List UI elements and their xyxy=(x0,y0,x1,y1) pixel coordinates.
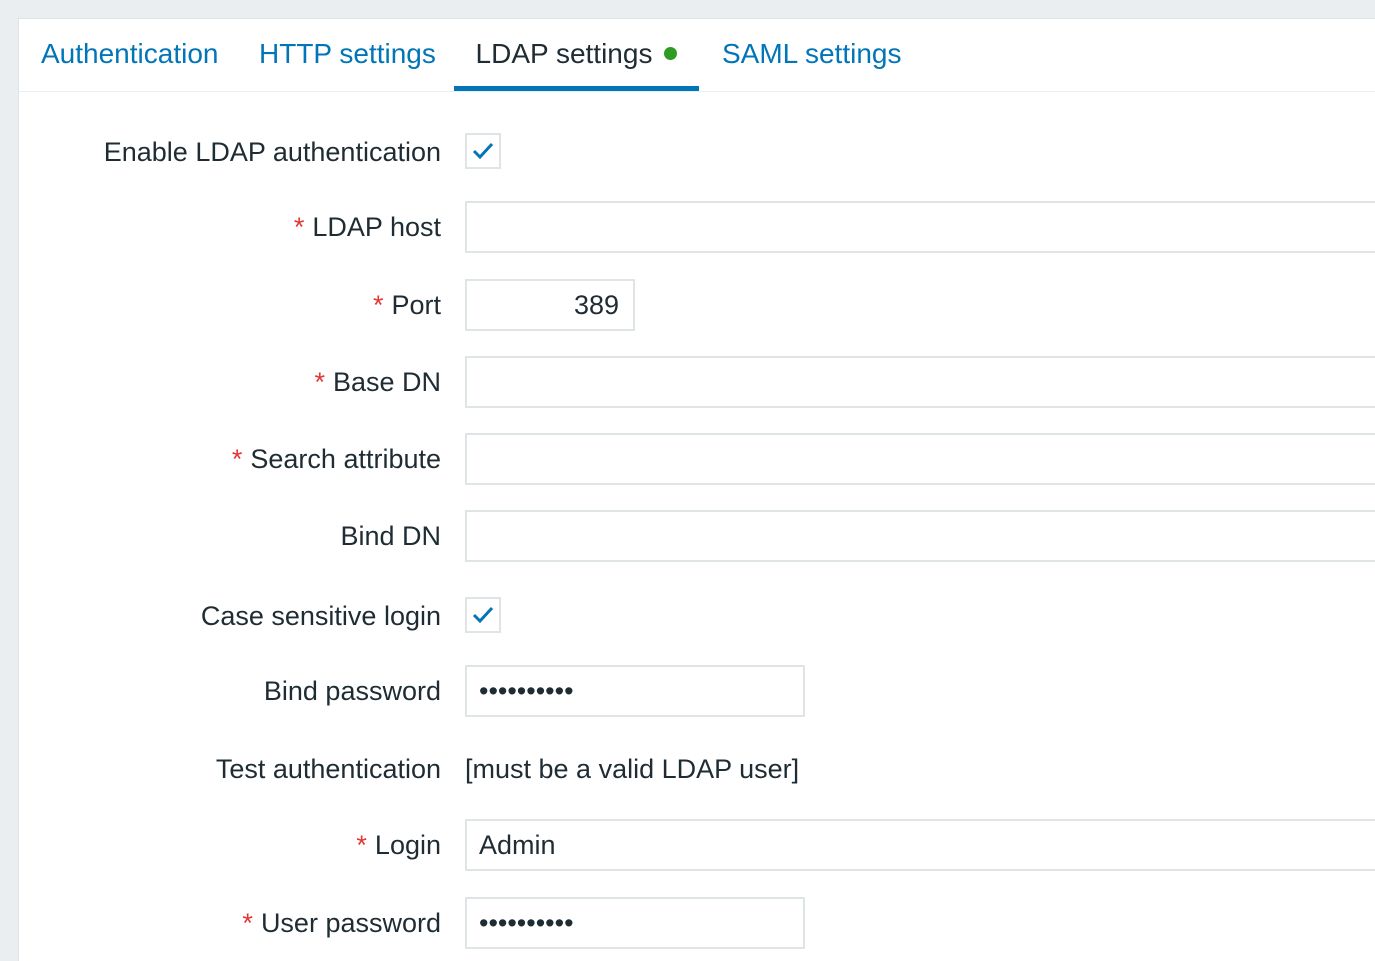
required-marker: * xyxy=(293,212,305,242)
row-user-password: * User password xyxy=(19,897,1375,951)
row-search-attribute: * Search attribute xyxy=(19,433,1375,487)
ldap-host-label: * LDAP host xyxy=(294,212,441,243)
search-attribute-input[interactable] xyxy=(465,433,1375,485)
enabled-status-dot-icon xyxy=(664,47,678,61)
required-marker: * xyxy=(231,444,243,474)
ldap-host-input[interactable] xyxy=(465,201,1375,253)
login-input[interactable] xyxy=(465,819,1375,871)
bind-dn-label: Bind DN xyxy=(340,521,441,551)
row-ldap-host: * LDAP host xyxy=(19,201,1375,255)
row-bind-dn: Bind DN xyxy=(19,510,1375,564)
user-password-label: * User password xyxy=(242,908,441,939)
tab-authentication[interactable]: Authentication xyxy=(41,19,218,89)
case-sensitive-label: Case sensitive login xyxy=(200,601,441,631)
bind-password-input[interactable] xyxy=(465,665,805,717)
row-test-authentication: Test authentication [must be a valid LDA… xyxy=(19,749,1375,789)
user-password-label-text: User password xyxy=(260,908,441,938)
ldap-settings-panel: Authentication HTTP settings LDAP settin… xyxy=(18,18,1375,961)
login-label-text: Login xyxy=(374,830,441,860)
search-attribute-label: * Search attribute xyxy=(232,444,441,475)
base-dn-label: * Base DN xyxy=(314,367,441,398)
test-authentication-note: [must be a valid LDAP user] xyxy=(465,754,800,784)
enable-ldap-label: Enable LDAP authentication xyxy=(103,137,441,167)
tab-ldap-settings-label: LDAP settings xyxy=(475,38,653,69)
port-label: * Port xyxy=(373,290,441,321)
row-enable-ldap: Enable LDAP authentication xyxy=(19,125,1375,175)
bind-dn-input[interactable] xyxy=(465,510,1375,562)
user-password-input[interactable] xyxy=(465,897,805,949)
case-sensitive-checkbox[interactable] xyxy=(465,597,501,633)
checkmark-icon xyxy=(472,142,494,160)
test-authentication-label: Test authentication xyxy=(215,754,441,784)
row-base-dn: * Base DN xyxy=(19,356,1375,410)
bind-password-label: Bind password xyxy=(263,676,441,706)
ldap-host-label-text: LDAP host xyxy=(312,212,441,242)
tab-ldap-settings[interactable]: LDAP settings xyxy=(454,19,699,91)
tab-saml-settings[interactable]: SAML settings xyxy=(722,19,901,89)
required-marker: * xyxy=(242,908,253,938)
active-tab-underline xyxy=(454,86,699,91)
tab-http-settings[interactable]: HTTP settings xyxy=(259,19,436,89)
base-dn-input[interactable] xyxy=(465,356,1375,408)
tab-bar: Authentication HTTP settings LDAP settin… xyxy=(19,19,1375,92)
row-port: * Port xyxy=(19,279,1375,333)
port-label-text: Port xyxy=(391,290,441,320)
port-input[interactable] xyxy=(465,279,635,331)
required-marker: * xyxy=(372,290,384,320)
enable-ldap-checkbox[interactable] xyxy=(465,133,501,169)
row-login: * Login xyxy=(19,819,1375,873)
required-marker: * xyxy=(356,830,367,860)
checkmark-icon xyxy=(472,606,494,624)
search-attribute-label-text: Search attribute xyxy=(250,444,441,474)
row-case-sensitive: Case sensitive login xyxy=(19,589,1375,639)
base-dn-label-text: Base DN xyxy=(332,367,441,397)
row-bind-password: Bind password xyxy=(19,665,1375,719)
login-label: * Login xyxy=(356,830,441,861)
required-marker: * xyxy=(314,367,325,397)
